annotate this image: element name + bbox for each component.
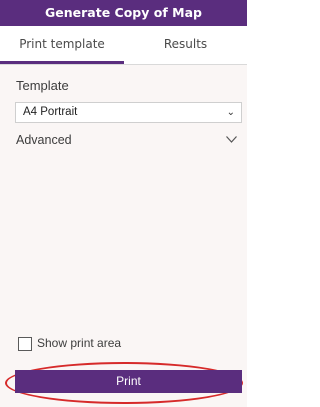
chevron-down-icon: ⌄ bbox=[226, 107, 235, 118]
tab-bar: Print template Results bbox=[0, 26, 247, 65]
advanced-toggle[interactable]: Advanced bbox=[15, 131, 242, 151]
tab-print-template[interactable]: Print template bbox=[0, 26, 124, 64]
print-button-label: Print bbox=[116, 374, 141, 388]
print-template-panel: Template A4 Portrait ⌄ Advanced Show pri… bbox=[0, 65, 247, 407]
show-print-area-checkbox[interactable] bbox=[18, 337, 32, 351]
chevron-down-icon bbox=[226, 136, 237, 143]
tab-results[interactable]: Results bbox=[124, 26, 247, 64]
tab-print-template-label: Print template bbox=[19, 37, 105, 51]
advanced-label: Advanced bbox=[16, 133, 72, 147]
tab-results-label: Results bbox=[163, 37, 208, 51]
print-button[interactable]: Print bbox=[15, 370, 242, 393]
template-label: Template bbox=[16, 78, 69, 93]
show-print-area-label: Show print area bbox=[37, 336, 122, 350]
widget-header: Generate Copy of Map bbox=[0, 0, 247, 26]
widget-title: Generate Copy of Map bbox=[45, 5, 202, 20]
template-select[interactable]: A4 Portrait ⌄ bbox=[15, 102, 242, 123]
show-print-area-option[interactable]: Show print area bbox=[15, 336, 215, 354]
template-select-value: A4 Portrait bbox=[23, 106, 78, 118]
